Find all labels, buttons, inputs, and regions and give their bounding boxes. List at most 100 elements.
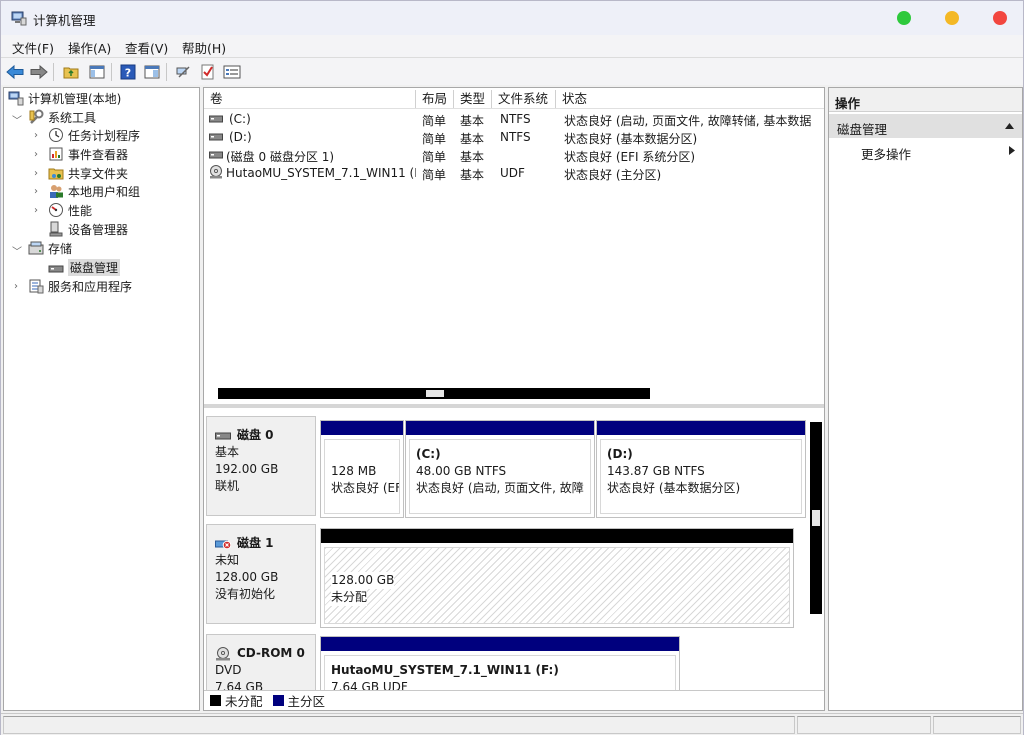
cd-rom-0-label[interactable]: CD-ROM 0 DVD 7.64 GB: [206, 634, 316, 690]
column-header-volume[interactable]: 卷: [204, 90, 416, 108]
disk-graphical-view: 磁盘 0 基本 192.00 GB 联机 128 MB 状态良好 (EFI (C…: [204, 408, 824, 690]
window-title: 计算机管理: [33, 13, 96, 28]
close-button[interactable]: [993, 11, 1007, 25]
storage-icon: [28, 241, 44, 255]
partition-cd-rom[interactable]: HutaoMU_SYSTEM_7.1_WIN11 (F:) 7.64 GB UD…: [320, 636, 680, 690]
submenu-arrow-icon: [1009, 146, 1015, 155]
volume-icon: [209, 133, 223, 141]
disk-1-label[interactable]: 磁盘 1 未知 128.00 GB 没有初始化: [206, 524, 316, 624]
partition-d[interactable]: (D:) 143.87 GB NTFS 状态良好 (基本数据分区): [596, 420, 806, 518]
column-header-filesystem[interactable]: 文件系统: [492, 90, 556, 108]
disk-name: 磁盘 0: [237, 428, 274, 442]
volume-type: 基本: [460, 150, 485, 164]
tree-item-system-tools[interactable]: 系统工具: [28, 108, 96, 126]
menu-help[interactable]: 帮助(H): [182, 38, 226, 57]
list-view-icon[interactable]: [222, 62, 242, 82]
partition-unallocated[interactable]: 128.00 GB 未分配: [320, 528, 794, 628]
check-icon[interactable]: [198, 62, 218, 82]
partition-size: 48.00 GB NTFS: [416, 464, 507, 478]
volume-name: HutaoMU_SYSTEM_7.1_WIN11 (F:): [226, 166, 416, 180]
tree-item-local-users[interactable]: 本地用户和组: [48, 182, 140, 200]
chevron-right-icon[interactable]: ›: [34, 186, 38, 197]
volume-filesystem: NTFS: [500, 130, 531, 144]
volume-layout: 简单: [422, 150, 447, 164]
disk-size: 192.00 GB: [215, 462, 279, 476]
column-header-type[interactable]: 类型: [454, 90, 492, 108]
chevron-down-icon[interactable]: ﹀: [12, 243, 22, 258]
tree-item-performance[interactable]: 性能: [48, 201, 92, 219]
column-header-layout[interactable]: 布局: [416, 90, 454, 108]
disk-type: 未知: [215, 553, 240, 567]
up-folder-icon[interactable]: [61, 62, 81, 82]
tree-label: 磁盘管理: [68, 258, 121, 276]
volume-filesystem: NTFS: [500, 112, 531, 126]
tree-item-shared-folders[interactable]: 共享文件夹: [48, 164, 128, 182]
partition-bar: [321, 421, 403, 435]
actions-section-disk-management[interactable]: 磁盘管理: [829, 114, 1022, 138]
volume-status: 状态良好 (主分区): [564, 168, 662, 182]
menu-file[interactable]: 文件(F): [12, 38, 54, 57]
volume-status: 状态良好 (EFI 系统分区): [564, 150, 696, 164]
partition-status: 未分配: [331, 589, 368, 606]
scrollbar-thumb[interactable]: [812, 510, 820, 526]
volume-layout: 简单: [422, 114, 447, 128]
properties-icon[interactable]: [142, 62, 162, 82]
disk-management-icon: [48, 265, 64, 273]
horizontal-scrollbar[interactable]: [218, 388, 650, 399]
column-header-status[interactable]: 状态: [556, 90, 824, 108]
more-actions-item[interactable]: 更多操作: [861, 144, 911, 163]
menu-view[interactable]: 查看(V): [125, 38, 168, 57]
chevron-right-icon[interactable]: ›: [34, 149, 38, 160]
tree-label: 系统工具: [48, 110, 97, 125]
chevron-down-icon[interactable]: ﹀: [12, 112, 22, 127]
toolbar-separator: [111, 63, 112, 81]
maximize-button[interactable]: [897, 11, 911, 25]
chevron-right-icon[interactable]: ›: [34, 168, 38, 179]
vertical-scrollbar[interactable]: [810, 422, 822, 614]
tree-item-device-manager[interactable]: 设备管理器: [48, 220, 128, 238]
volume-layout: 简单: [422, 132, 447, 146]
disk-name: 磁盘 1: [237, 536, 274, 550]
disk-error-icon: [215, 540, 231, 549]
tree-item-disk-management[interactable]: 磁盘管理: [48, 258, 121, 276]
partition-efi[interactable]: 128 MB 状态良好 (EFI: [320, 420, 404, 518]
chevron-right-icon[interactable]: ›: [14, 281, 18, 292]
back-icon[interactable]: [5, 62, 25, 82]
partition-c[interactable]: (C:) 48.00 GB NTFS 状态良好 (启动, 页面文件, 故障: [405, 420, 595, 518]
help-icon[interactable]: ?: [118, 62, 138, 82]
chevron-right-icon[interactable]: ›: [34, 130, 38, 141]
computer-management-icon: [8, 91, 24, 106]
partition-bar: [597, 421, 805, 435]
disk-size: 128.00 GB: [215, 570, 279, 584]
tree-label: 计算机管理(本地): [28, 91, 122, 106]
show-hide-tree-icon[interactable]: [87, 62, 107, 82]
partition-size: 143.87 GB NTFS: [607, 464, 705, 478]
tree-item-services-apps[interactable]: 服务和应用程序: [28, 277, 132, 295]
forward-icon[interactable]: [29, 62, 49, 82]
tree-item-task-scheduler[interactable]: 任务计划程序: [48, 126, 140, 144]
tree-item-root[interactable]: 计算机管理(本地): [8, 89, 121, 107]
toolbar: ?: [1, 57, 1023, 85]
volume-filesystem: UDF: [500, 166, 525, 180]
connect-icon[interactable]: [173, 62, 193, 82]
system-tools-icon: [29, 109, 44, 124]
collapse-up-icon: [1005, 123, 1014, 129]
chevron-right-icon[interactable]: ›: [34, 205, 38, 216]
scrollbar-thumb[interactable]: [426, 390, 444, 397]
disk-size: 7.64 GB: [215, 680, 264, 690]
tree-item-storage[interactable]: 存储: [28, 239, 72, 257]
tree-label: 服务和应用程序: [48, 279, 133, 294]
partition-size: 128 MB: [331, 464, 377, 478]
volume-layout: 简单: [422, 168, 447, 182]
menu-bar: 文件(F) 操作(A) 查看(V) 帮助(H): [1, 35, 1023, 57]
minimize-button[interactable]: [945, 11, 959, 25]
volume-type: 基本: [460, 168, 485, 182]
title-bar: 计算机管理: [1, 1, 1023, 35]
volume-name: (C:): [229, 112, 251, 126]
menu-action[interactable]: 操作(A): [68, 38, 111, 57]
disk-0-label[interactable]: 磁盘 0 基本 192.00 GB 联机: [206, 416, 316, 516]
legend-swatch-primary: [272, 695, 284, 706]
partition-details: (C:) 48.00 GB NTFS 状态良好 (启动, 页面文件, 故障: [409, 439, 591, 514]
tree-item-event-viewer[interactable]: 事件查看器: [48, 145, 128, 163]
partition-details: 128.00 GB 未分配: [324, 547, 790, 624]
